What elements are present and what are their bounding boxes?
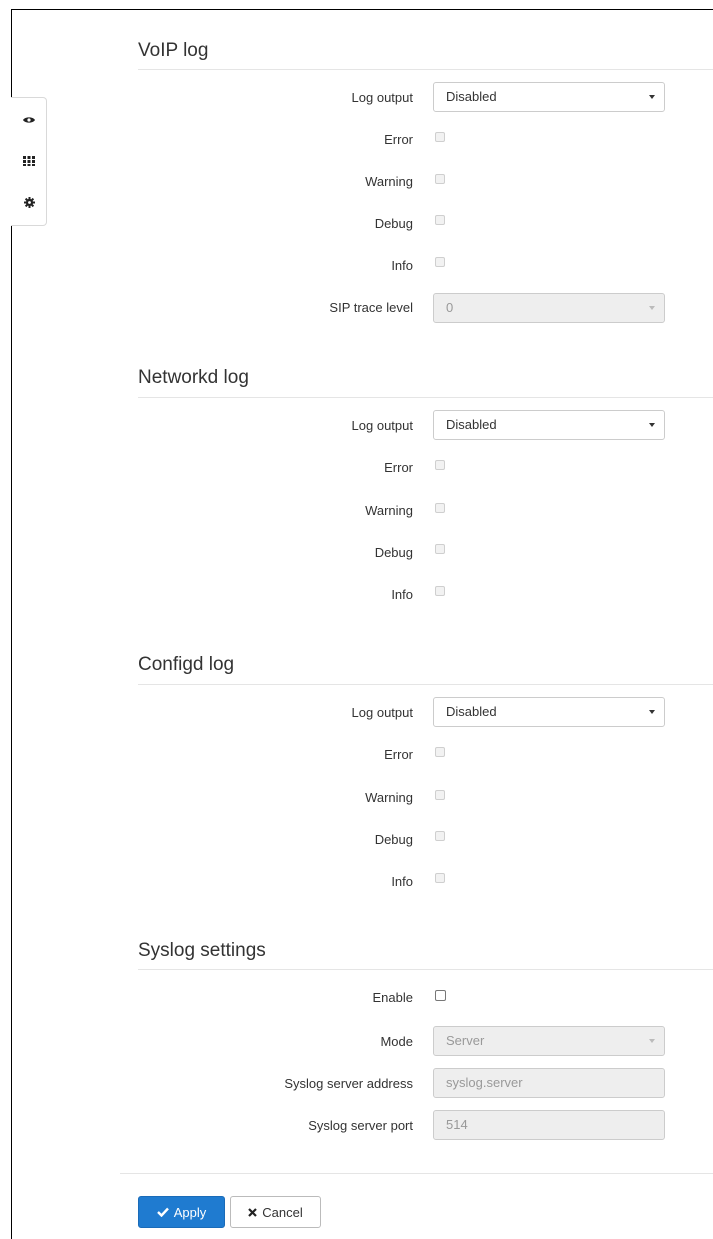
syslog-settings-divider (138, 969, 713, 970)
apply-label: Apply (173, 1204, 207, 1220)
voip-log-divider (138, 69, 713, 70)
voip-error-label: Error (384, 132, 413, 147)
networkd-log-output-label: Log output (351, 418, 413, 433)
syslog-server-address-placeholder: syslog.server (446, 1075, 523, 1090)
monitoring-button[interactable] (11, 100, 47, 140)
frame-top-border (11, 9, 713, 10)
configd-log-output-label: Log output (351, 705, 413, 720)
apps-button[interactable] (11, 141, 47, 181)
eye-icon (23, 117, 35, 123)
voip-log-output-select[interactable]: Disabled (433, 82, 665, 112)
networkd-debug-checkbox[interactable] (435, 544, 445, 554)
caret-down-icon (649, 95, 655, 99)
voip-debug-checkbox[interactable] (435, 215, 445, 225)
voip-log-title: VoIP log (138, 40, 209, 61)
networkd-error-checkbox[interactable] (435, 460, 445, 470)
side-toolbar (11, 97, 47, 226)
syslog-mode-value: Server (446, 1033, 485, 1048)
syslog-mode-label: Mode (380, 1034, 413, 1049)
configd-info-label: Info (391, 874, 413, 889)
networkd-log-output-value: Disabled (446, 417, 497, 432)
syslog-server-address-label: Syslog server address (284, 1076, 413, 1091)
configd-error-checkbox[interactable] (435, 747, 445, 757)
grid-icon (23, 156, 35, 166)
syslog-server-port-placeholder: 514 (446, 1117, 468, 1132)
voip-info-label: Info (391, 258, 413, 273)
voip-log-output-value: Disabled (446, 89, 497, 104)
syslog-server-port-label: Syslog server port (308, 1118, 413, 1133)
sip-trace-level-select[interactable]: 0 (433, 293, 665, 323)
networkd-warning-checkbox[interactable] (435, 503, 445, 513)
voip-info-checkbox[interactable] (435, 257, 445, 267)
form-footer-divider (120, 1173, 713, 1174)
caret-down-icon (649, 710, 655, 714)
configd-debug-label: Debug (374, 832, 413, 847)
networkd-log-divider (138, 397, 713, 398)
voip-log-output-label: Log output (351, 90, 413, 105)
checkmark-icon (156, 1207, 169, 1217)
cancel-label: Cancel (262, 1204, 303, 1220)
configd-log-output-select[interactable]: Disabled (433, 697, 665, 727)
configd-warning-checkbox[interactable] (435, 790, 445, 800)
syslog-enable-label: Enable (372, 990, 413, 1005)
syslog-server-address-input[interactable]: syslog.server (433, 1068, 665, 1098)
syslog-mode-select[interactable]: Server (433, 1026, 665, 1056)
cancel-button[interactable]: Cancel (230, 1196, 321, 1228)
networkd-log-title: Networkd log (138, 367, 249, 388)
caret-down-icon (649, 423, 655, 427)
settings-button[interactable] (11, 182, 47, 222)
configd-log-divider (138, 684, 713, 685)
configd-debug-checkbox[interactable] (435, 831, 445, 841)
networkd-info-label: Info (391, 587, 413, 602)
syslog-enable-checkbox[interactable] (435, 990, 446, 1001)
sip-trace-level-label: SIP trace level (329, 300, 413, 315)
networkd-debug-label: Debug (374, 545, 413, 560)
networkd-warning-label: Warning (365, 503, 413, 518)
voip-error-checkbox[interactable] (435, 132, 445, 142)
networkd-error-label: Error (384, 460, 413, 475)
sip-trace-level-value: 0 (446, 300, 454, 315)
configd-warning-label: Warning (365, 790, 413, 805)
configd-log-title: Configd log (138, 654, 235, 675)
configd-error-label: Error (384, 747, 413, 762)
voip-warning-checkbox[interactable] (435, 174, 445, 184)
apply-button[interactable]: Apply (138, 1196, 225, 1228)
caret-down-icon (649, 1039, 655, 1043)
caret-down-icon (649, 306, 655, 310)
configd-log-output-value: Disabled (446, 704, 497, 719)
syslog-server-port-input[interactable]: 514 (433, 1110, 665, 1140)
networkd-log-output-select[interactable]: Disabled (433, 410, 665, 440)
networkd-info-checkbox[interactable] (435, 586, 445, 596)
voip-warning-label: Warning (365, 174, 413, 189)
gear-icon (23, 196, 35, 208)
syslog-settings-title: Syslog settings (138, 940, 266, 961)
close-icon (248, 1207, 258, 1217)
configd-info-checkbox[interactable] (435, 873, 445, 883)
voip-debug-label: Debug (374, 216, 413, 231)
